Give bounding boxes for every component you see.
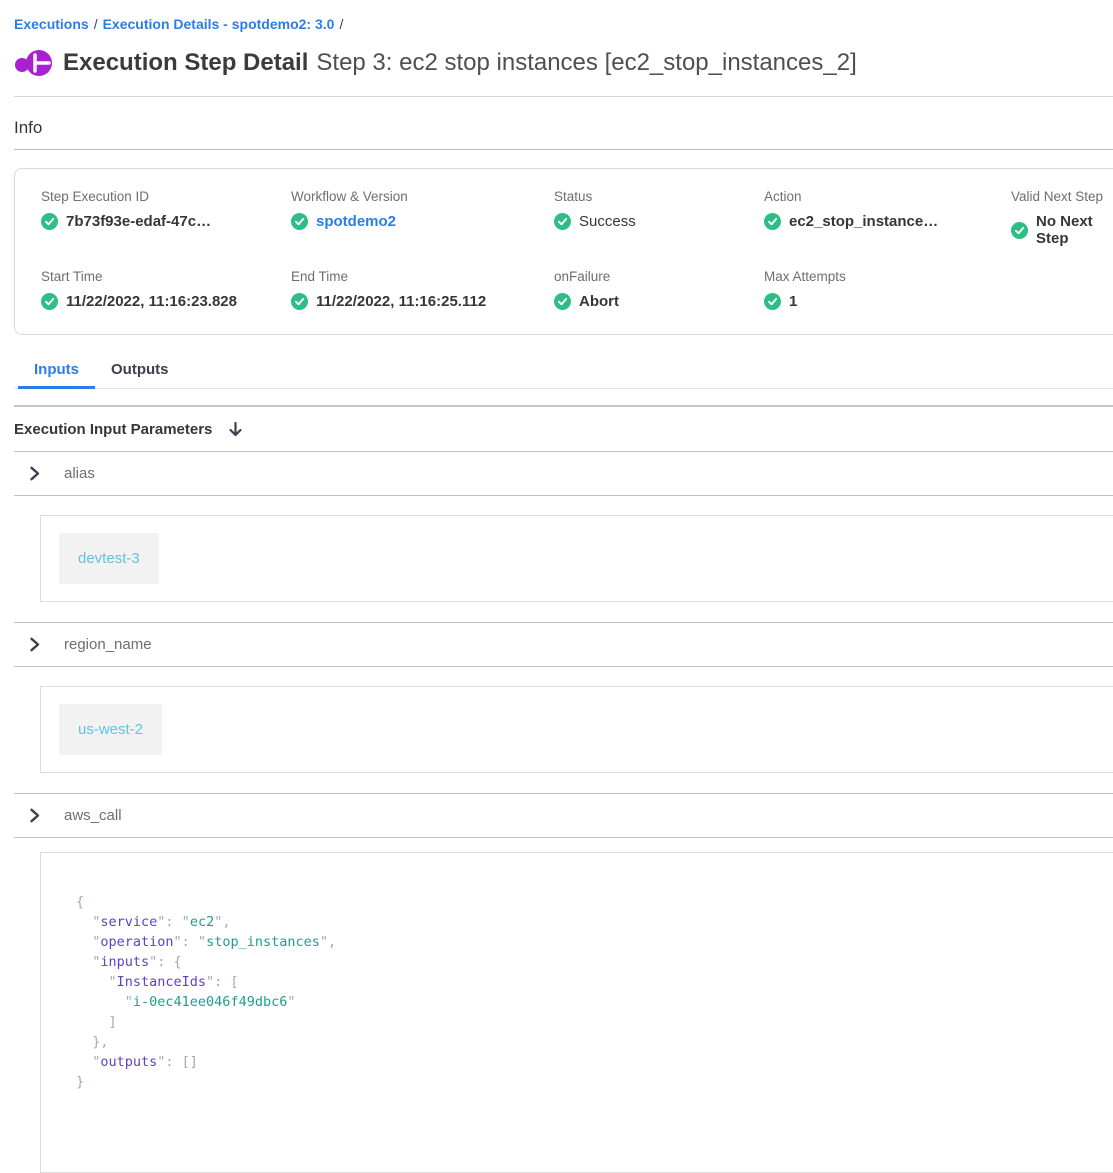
info-field-value: 7b73f93e-edaf-47c…: [41, 213, 291, 230]
success-icon: [291, 213, 308, 230]
page-header: Execution Step Detail Step 3: ec2 stop i…: [14, 45, 1113, 81]
tab-inputs[interactable]: Inputs: [18, 351, 95, 389]
parameter-value-chip: devtest-3: [59, 533, 159, 584]
breadcrumb-link[interactable]: Execution Details - spotdemo2: 3.0: [103, 16, 335, 32]
parameter-row-region_name[interactable]: region_name: [14, 623, 1113, 666]
info-field-label: Action: [764, 189, 1011, 204]
chevron-right-icon: [26, 636, 43, 653]
info-field: Action ec2_stop_instance…: [764, 189, 1011, 247]
success-icon: [41, 213, 58, 230]
info-field-label: onFailure: [554, 269, 764, 284]
execution-step-detail-page: Executions/Execution Details - spotdemo2…: [0, 0, 1113, 1173]
info-field: Step Execution ID 7b73f93e-edaf-47c…: [41, 189, 291, 247]
parameters-list: alias devtest-3 region_name us-west-2: [14, 452, 1113, 1173]
info-field-value: 11/22/2022, 11:16:23.828: [41, 293, 291, 310]
breadcrumb: Executions/Execution Details - spotdemo2…: [14, 0, 1113, 32]
parameter-code-box: { "service": "ec2", "operation": "stop_i…: [40, 852, 1113, 1173]
parameter-value-box: devtest-3: [40, 515, 1113, 602]
tab-outputs[interactable]: Outputs: [95, 351, 185, 389]
parameter-row-divider: [14, 837, 1113, 838]
arrow-down-icon[interactable]: [226, 420, 245, 439]
info-field: onFailure Abort: [554, 269, 764, 310]
info-field-value: No Next Step: [1011, 213, 1113, 247]
info-field-value: 1: [764, 293, 1011, 310]
info-field-value: Abort: [554, 293, 764, 310]
success-icon: [554, 293, 571, 310]
parameter-name: region_name: [64, 636, 152, 653]
success-icon: [41, 293, 58, 310]
success-icon: [1011, 222, 1028, 239]
info-heading-divider: [14, 149, 1113, 150]
info-card: Step Execution ID 7b73f93e-edaf-47c… Wor…: [14, 168, 1113, 335]
parameter-name: alias: [64, 465, 95, 482]
success-icon: [764, 293, 781, 310]
chevron-right-icon: [26, 807, 43, 824]
page-subtitle: Step 3: ec2 stop instances [ec2_stop_ins…: [316, 49, 856, 77]
info-field: Status Success: [554, 189, 764, 247]
parameter-row-divider: [14, 495, 1113, 496]
info-field-label: End Time: [291, 269, 554, 284]
breadcrumb-separator: /: [94, 16, 98, 32]
info-field-value: spotdemo2: [291, 213, 554, 230]
parameter-row-aws_call[interactable]: aws_call: [14, 794, 1113, 837]
parameter-value-chip: us-west-2: [59, 704, 162, 755]
parameters-header: Execution Input Parameters: [14, 407, 1113, 451]
info-field-label: Status: [554, 189, 764, 204]
info-field-value: 11/22/2022, 11:16:25.112: [291, 293, 554, 310]
parameters-header-label: Execution Input Parameters: [14, 421, 212, 438]
info-field: Max Attempts 1: [764, 269, 1011, 310]
chevron-right-icon: [26, 465, 43, 482]
info-field-label: Step Execution ID: [41, 189, 291, 204]
parameter-row-divider: [14, 666, 1113, 667]
tab-bar: InputsOutputs: [14, 351, 1113, 389]
success-icon: [291, 293, 308, 310]
json-code: { "service": "ec2", "operation": "stop_i…: [76, 892, 1113, 1092]
info-field: Valid Next Step No Next Step: [1011, 189, 1113, 247]
parameter-value-box: us-west-2: [40, 686, 1113, 773]
info-field: End Time 11/22/2022, 11:16:25.112: [291, 269, 554, 310]
breadcrumb-separator: /: [339, 16, 343, 32]
info-field-label: Max Attempts: [764, 269, 1011, 284]
success-icon: [764, 213, 781, 230]
info-field-value: ec2_stop_instance…: [764, 213, 1011, 230]
info-field: Workflow & Version spotdemo2: [291, 189, 554, 247]
info-section-heading: Info: [14, 118, 1113, 138]
header-divider: [14, 96, 1113, 97]
info-field-label: Workflow & Version: [291, 189, 554, 204]
info-field-label: Start Time: [41, 269, 291, 284]
parameter-row-alias[interactable]: alias: [14, 452, 1113, 495]
page-title: Execution Step Detail: [63, 49, 308, 77]
parameter-name: aws_call: [64, 807, 122, 824]
breadcrumb-link[interactable]: Executions: [14, 16, 89, 32]
info-field: Start Time 11/22/2022, 11:16:23.828: [41, 269, 291, 310]
info-field-label: Valid Next Step: [1011, 189, 1113, 204]
success-icon: [554, 213, 571, 230]
workflow-logo-icon: [14, 45, 54, 81]
info-field-value: Success: [554, 213, 764, 230]
